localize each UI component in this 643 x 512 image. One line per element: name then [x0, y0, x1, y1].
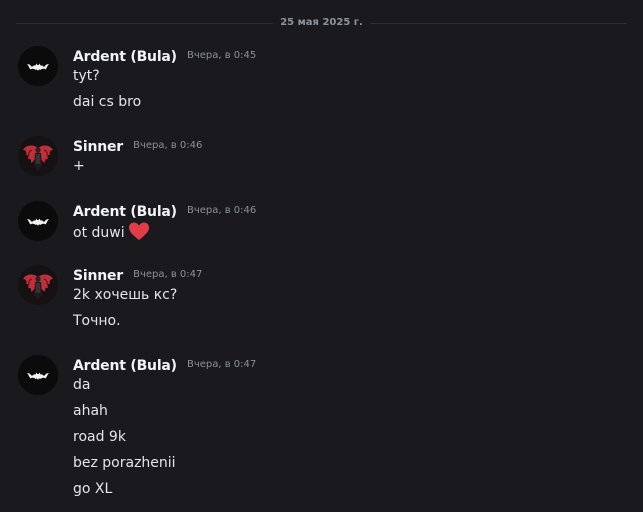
message-text: tyt? — [73, 68, 100, 84]
username[interactable]: Sinner — [73, 266, 123, 286]
bat-logo-icon — [18, 201, 58, 241]
chat-window: 25 мая 2025 г. Ardent (Bula) Вчера, в 0:… — [0, 0, 643, 512]
message-header: Ardent (Bula) Вчера, в 0:47 — [73, 355, 256, 375]
timestamp: Вчера, в 0:46 — [186, 205, 257, 216]
heart-emoji-icon — [128, 222, 149, 240]
message-header: Sinner Вчера, в 0:46 — [73, 136, 202, 156]
message-header: Ardent (Bula) Вчера, в 0:46 — [73, 201, 256, 221]
avatar[interactable] — [18, 136, 58, 176]
username[interactable]: Ardent (Bula) — [73, 356, 177, 376]
avatar[interactable] — [18, 201, 58, 241]
message-text: road 9k — [73, 429, 126, 445]
username[interactable]: Ardent (Bula) — [73, 47, 177, 67]
message-text: ahah — [73, 403, 108, 419]
message-text: + — [73, 158, 85, 174]
message-text: ot duwi — [73, 221, 150, 243]
avatar[interactable] — [18, 355, 58, 395]
timestamp: Вчера, в 0:46 — [133, 140, 203, 151]
avatar[interactable] — [18, 46, 58, 86]
winged-figure-icon — [18, 136, 58, 176]
winged-figure-icon — [18, 265, 58, 305]
avatar[interactable] — [18, 265, 58, 305]
message-text: bez porazhenii — [73, 455, 176, 471]
bat-logo-icon — [18, 355, 58, 395]
date-divider: 25 мая 2025 г. — [16, 16, 627, 30]
message-text-content: ot duwi — [73, 225, 125, 241]
username[interactable]: Ardent (Bula) — [73, 202, 177, 222]
message-text: Точно. — [73, 313, 121, 329]
timestamp: Вчера, в 0:45 — [186, 50, 257, 61]
message-text: dai cs bro — [73, 94, 142, 110]
message-text: da — [73, 377, 91, 393]
message-text: go XL — [73, 481, 113, 497]
message-header: Sinner Вчера, в 0:47 — [73, 265, 202, 285]
bat-logo-icon — [18, 46, 58, 86]
timestamp: Вчера, в 0:47 — [133, 269, 203, 280]
message-text: 2k хочешь кс? — [73, 287, 178, 303]
timestamp: Вчера, в 0:47 — [186, 359, 257, 370]
message-header: Ardent (Bula) Вчера, в 0:45 — [73, 46, 256, 66]
date-divider-label: 25 мая 2025 г. — [272, 16, 371, 30]
username[interactable]: Sinner — [73, 137, 123, 157]
